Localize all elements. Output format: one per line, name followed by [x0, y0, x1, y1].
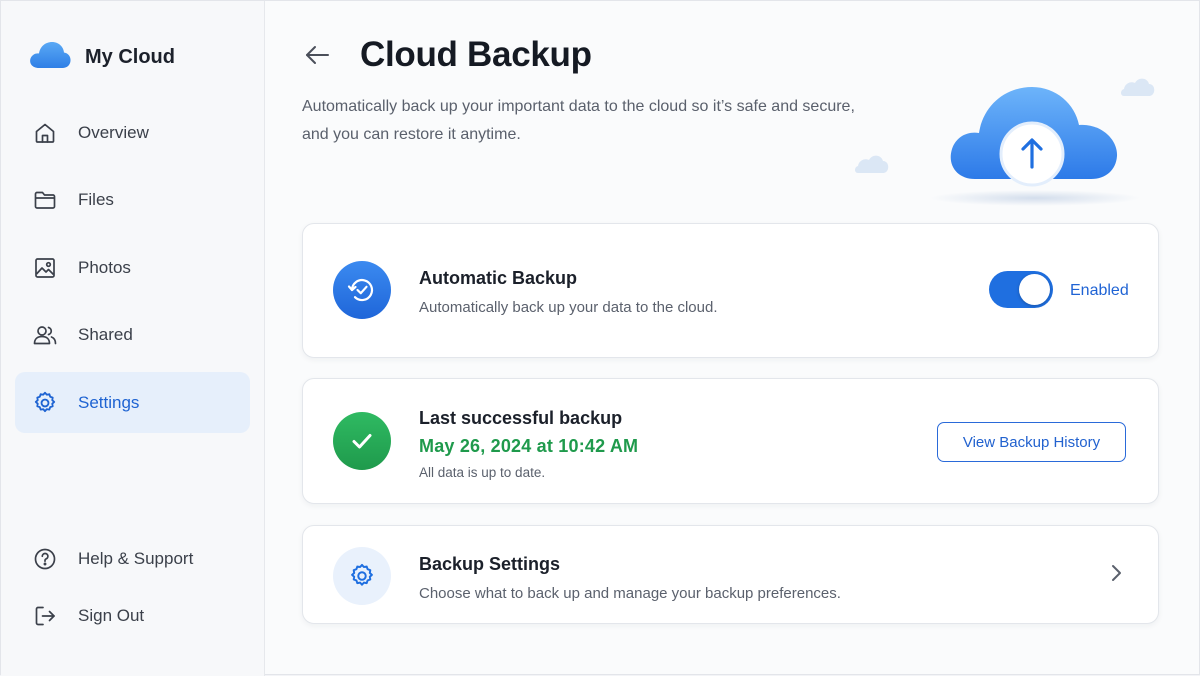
sidebar-item-help[interactable]: Help & Support — [15, 531, 250, 587]
sidebar-item-files[interactable]: Files — [15, 170, 250, 231]
sign-out-icon — [32, 603, 58, 629]
open-backup-settings-button[interactable] — [1103, 562, 1129, 588]
sidebar-nav: Overview Files Photos Shared Settings — [15, 102, 250, 440]
main-content: Cloud Backup Automatically back up your … — [265, 1, 1199, 676]
automatic-backup-subtitle: Automatically back up your data to the c… — [419, 299, 718, 316]
app-window: My Cloud Overview Files Photos Shared Se… — [0, 0, 1200, 676]
backup-sync-icon — [333, 261, 391, 319]
sidebar-item-photos[interactable]: Photos — [15, 237, 250, 298]
folder-icon — [32, 187, 58, 213]
chevron-right-icon — [1110, 564, 1122, 587]
gear-icon — [32, 390, 58, 416]
automatic-backup-card: Automatic Backup Automatically back up y… — [302, 223, 1159, 358]
app-title: My Cloud — [85, 45, 175, 68]
last-backup-title: Last successful backup — [419, 408, 623, 428]
automatic-backup-title: Automatic Backup — [419, 268, 578, 288]
image-icon — [32, 255, 58, 281]
last-backup-card: Last successful backup May 26, 2024 at 1… — [302, 378, 1159, 504]
sidebar: My Cloud Overview Files Photos Shared Se… — [1, 1, 265, 676]
cloud-upload-illustration — [845, 61, 1185, 221]
page-title: Cloud Backup — [360, 35, 592, 74]
view-backup-history-button[interactable]: View Backup History — [937, 422, 1126, 462]
backup-settings-title: Backup Settings — [419, 554, 561, 574]
sidebar-item-settings[interactable]: Settings — [15, 372, 250, 433]
sidebar-bottom: Help & Support Sign Out — [15, 531, 250, 645]
toggle-knob — [1019, 274, 1050, 305]
sidebar-item-label: Help & Support — [78, 549, 194, 568]
sidebar-item-label: Overview — [78, 122, 149, 142]
users-icon — [32, 322, 58, 348]
sidebar-item-label: Sign Out — [78, 606, 145, 625]
brand[interactable]: My Cloud — [29, 39, 175, 75]
arrow-left-icon — [304, 44, 330, 71]
sidebar-item-label: Photos — [78, 257, 131, 277]
home-icon — [32, 120, 58, 146]
sidebar-item-shared[interactable]: Shared — [15, 305, 250, 366]
toggle-status-label: Enabled — [1070, 282, 1129, 299]
backup-settings-subtitle: Choose what to back up and manage your b… — [419, 585, 841, 602]
back-button[interactable] — [301, 41, 333, 73]
check-circle-icon — [333, 412, 391, 470]
page-description: Automatically back up your important dat… — [302, 98, 855, 143]
sidebar-item-label: Files — [78, 190, 114, 209]
automatic-backup-toggle[interactable] — [989, 271, 1053, 308]
last-backup-date: May 26, 2024 at 10:42 AM — [419, 436, 639, 456]
backup-status-note: All data is up to date. — [419, 465, 546, 480]
cloud-logo-icon — [29, 40, 71, 75]
sidebar-item-label: Shared — [78, 325, 133, 344]
backup-settings-card[interactable]: Backup Settings Choose what to back up a… — [302, 525, 1159, 624]
sidebar-item-overview[interactable]: Overview — [15, 102, 250, 163]
sidebar-item-label: Settings — [78, 392, 140, 412]
help-icon — [32, 546, 58, 572]
sidebar-item-sign-out[interactable]: Sign Out — [15, 588, 250, 644]
settings-gear-icon — [333, 547, 391, 605]
